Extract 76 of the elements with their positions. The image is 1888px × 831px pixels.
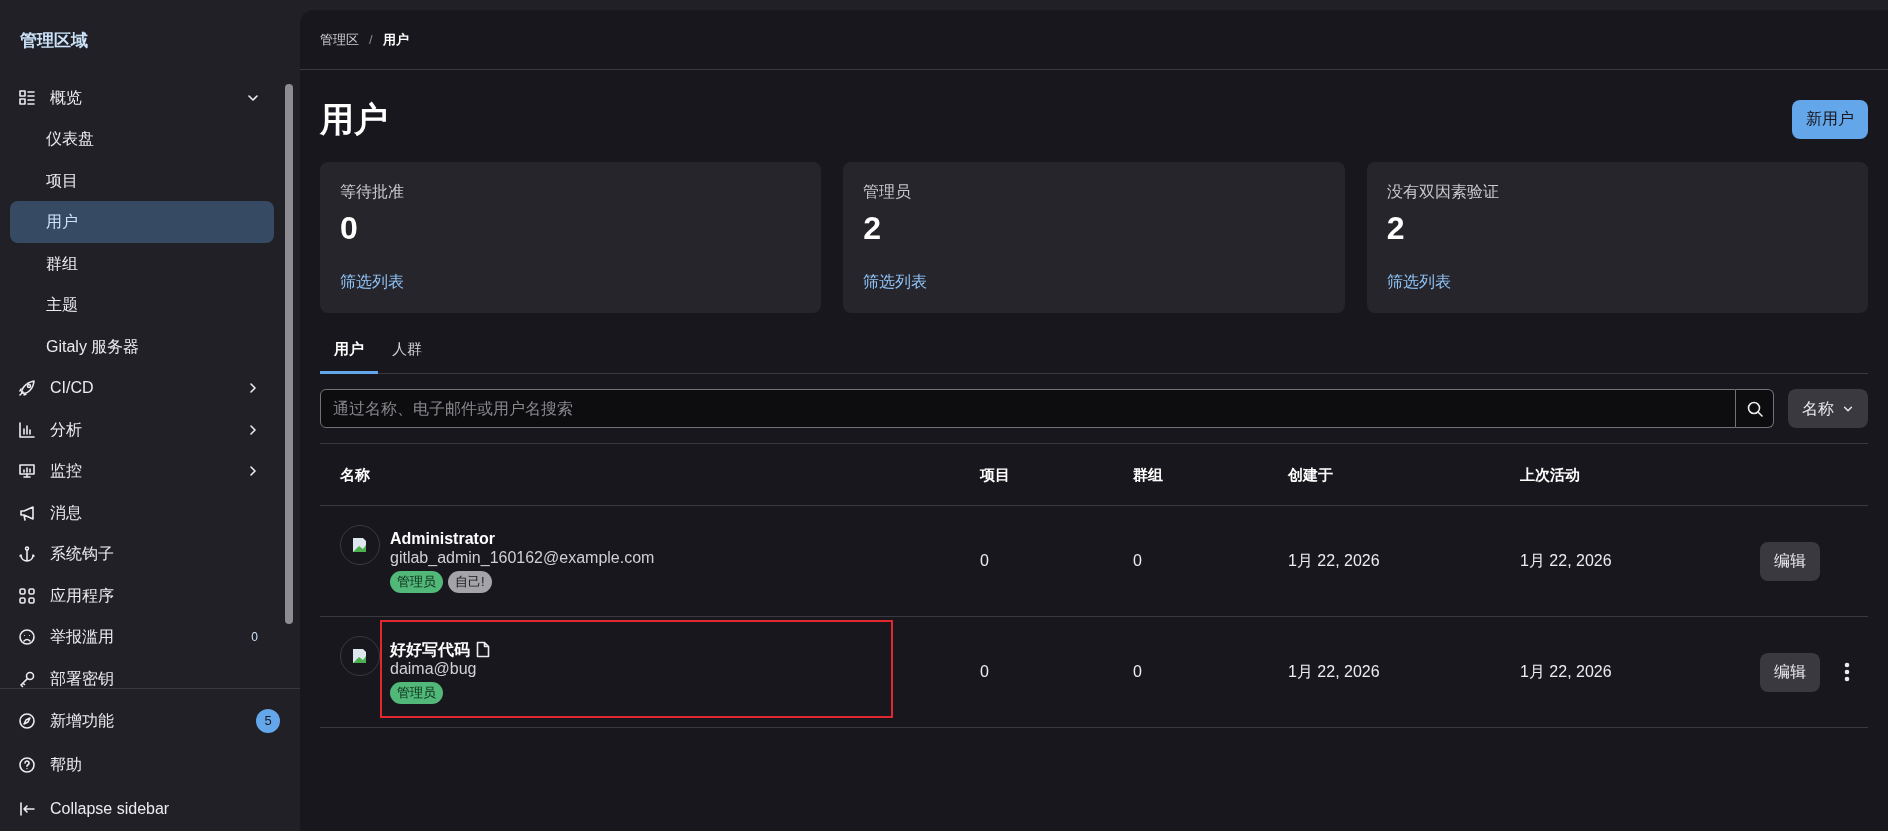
table-cell: 0 [980,663,989,680]
user-email: gitlab_admin_160162@example.com [390,548,655,568]
anchor-icon [18,545,36,563]
search-field[interactable]: 通过名称、电子邮件或用户名搜索 [320,389,1736,428]
sidebar-item[interactable]: 主题 [10,284,274,326]
key-icon [18,669,36,688]
admin-badge: 管理员 [390,571,443,593]
user-name[interactable]: 好好写代码 [390,640,470,659]
search-button[interactable] [1736,389,1774,428]
page-title: 用户 [320,98,388,140]
column-header: 上次活动 [1520,465,1580,483]
sad-face-icon [18,628,36,646]
sidebar-item[interactable]: 分析 [10,408,274,451]
sidebar-item[interactable]: 群组 [10,242,274,285]
edit-button[interactable]: 编辑 [1760,652,1820,692]
grid-icon [18,88,36,107]
collapse-icon [18,800,36,818]
sidebar-item[interactable]: 部署密钥 [10,657,274,688]
table-cell: 1月 22, 2026 [1288,663,1380,680]
sidebar-item[interactable]: 消息 [10,491,274,534]
monitor-icon [18,462,36,480]
self-badge: 自己! [448,571,492,593]
stat-label: 等待批准 [340,182,404,202]
stat-label: 管理员 [863,182,912,202]
compass-icon [18,712,36,730]
sidebar-item[interactable]: 监控 [10,450,274,492]
filter-link[interactable]: 筛选列表 [863,270,928,294]
sort-dropdown[interactable]: 名称 [1788,389,1868,428]
filter-link[interactable]: 筛选列表 [340,270,404,294]
breadcrumb-item[interactable]: 管理区 [320,29,359,50]
stat-label: 没有双因素验证 [1386,182,1499,202]
sidebar-footer-item[interactable]: 帮助 [10,743,282,787]
sidebar-item[interactable]: 仪表盘 [10,118,274,160]
bar-chart-icon [18,420,36,439]
sidebar-item[interactable]: 用户 [10,201,274,243]
sidebar-item[interactable]: 概览 [10,76,274,119]
help-icon [18,756,36,774]
tab[interactable]: 人群 [378,327,436,374]
megaphone-icon [18,503,36,522]
edit-button[interactable]: 编辑 [1760,541,1820,581]
table-cell: 1月 22, 2026 [1520,552,1612,569]
user-name[interactable]: Administrator [390,529,495,548]
column-header: 名称 [340,465,370,483]
breadcrumb-separator: / [369,30,373,49]
table-cell: 0 [980,552,989,569]
stat-value: 2 [863,209,882,248]
sidebar-item[interactable]: Gitaly 服务器 [10,325,274,368]
scrollbar[interactable] [285,84,293,624]
apps-icon [18,586,36,605]
tab[interactable]: 用户 [320,327,378,374]
stat-value: 0 [340,209,358,248]
column-header: 项目 [980,465,1010,483]
table-cell: 1月 22, 2026 [1288,552,1380,569]
table-cell: 0 [1133,552,1142,569]
column-header: 创建于 [1288,465,1333,483]
filter-link[interactable]: 筛选列表 [1386,270,1451,294]
sidebar-item[interactable]: 系统钩子 [10,533,274,575]
sidebar-title: 管理区域 [20,30,88,52]
breadcrumb-item[interactable]: 用户 [382,29,409,50]
table-cell: 0 [1133,663,1142,680]
notification-badge: 5 [256,709,280,733]
count-label: 0 [251,629,258,646]
sidebar-item[interactable]: CI/CD [10,367,274,409]
rocket-icon [18,379,36,397]
search-icon [1745,399,1764,418]
sidebar-item[interactable]: 应用程序 [10,574,274,617]
sidebar-footer-item[interactable]: 新增功能 5 [10,699,282,743]
sidebar-footer-item[interactable]: Collapse sidebar [10,787,282,831]
column-header: 群组 [1133,465,1163,483]
admin-badge: 管理员 [390,682,443,704]
user-email: daima@bug [390,659,477,679]
sidebar-item[interactable]: 项目 [10,159,274,202]
new-user-button[interactable]: 新用户 [1792,99,1868,139]
table-cell: 1月 22, 2026 [1520,663,1612,680]
sidebar-item[interactable]: 举报滥用 0 [10,616,274,658]
stat-value: 2 [1386,209,1405,248]
